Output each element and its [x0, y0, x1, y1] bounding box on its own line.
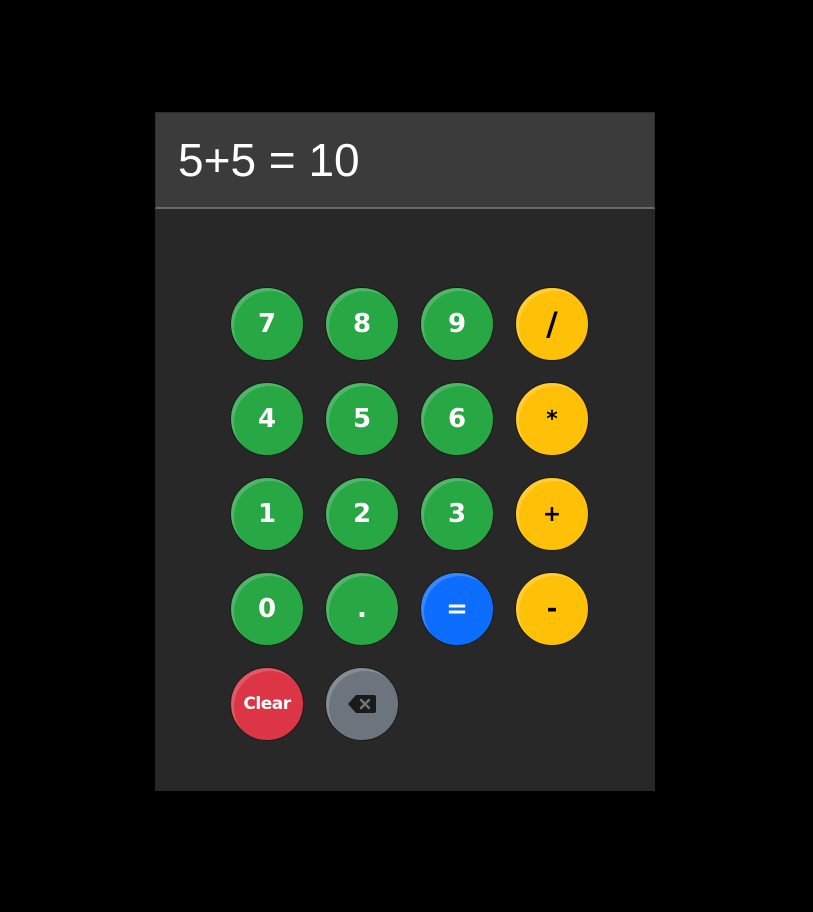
key-2[interactable]: 2 — [325, 477, 399, 551]
clear-button[interactable]: Clear — [230, 667, 304, 741]
key-9[interactable]: 9 — [420, 287, 494, 361]
key-1[interactable]: 1 — [230, 477, 304, 551]
key-0[interactable]: 0 — [230, 572, 304, 646]
keypad: 7 8 9 / 4 5 6 * 1 2 3 + 0 . = - Clear — [230, 287, 589, 741]
key-equals[interactable]: = — [420, 572, 494, 646]
key-subtract[interactable]: - — [515, 572, 589, 646]
key-7[interactable]: 7 — [230, 287, 304, 361]
key-8[interactable]: 8 — [325, 287, 399, 361]
calculator-display: 5+5 = 10 — [155, 112, 655, 209]
backspace-icon — [348, 695, 376, 713]
key-5[interactable]: 5 — [325, 382, 399, 456]
key-6[interactable]: 6 — [420, 382, 494, 456]
key-multiply[interactable]: * — [515, 382, 589, 456]
backspace-button[interactable] — [325, 667, 399, 741]
key-add[interactable]: + — [515, 477, 589, 551]
key-4[interactable]: 4 — [230, 382, 304, 456]
key-decimal[interactable]: . — [325, 572, 399, 646]
calculator: 5+5 = 10 7 8 9 / 4 5 6 * 1 2 3 + 0 . = -… — [155, 112, 655, 791]
key-3[interactable]: 3 — [420, 477, 494, 551]
key-divide[interactable]: / — [515, 287, 589, 361]
